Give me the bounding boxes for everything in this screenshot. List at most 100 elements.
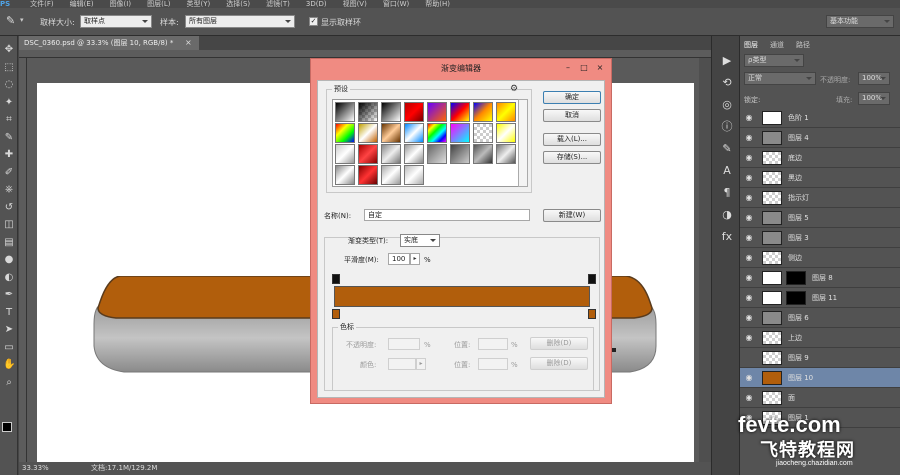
document-tab[interactable]: DSC_0360.psd @ 33.3% (图层 10, RGB/8) *: [19, 36, 199, 50]
gradient-preset-swatch[interactable]: [358, 123, 378, 143]
gradient-preset-swatch[interactable]: [335, 144, 355, 164]
opacity-stop-left[interactable]: [332, 274, 340, 284]
gradient-preset-swatch[interactable]: [404, 165, 424, 185]
gear-icon[interactable]: ⚙: [510, 84, 518, 94]
layer-row[interactable]: ◉ 色阶 1: [740, 108, 900, 128]
gradient-preset-swatch[interactable]: [404, 123, 424, 143]
layer-mask-thumbnail[interactable]: [786, 291, 806, 305]
gradient-preset-swatch[interactable]: [496, 144, 516, 164]
layer-mask-thumbnail[interactable]: [786, 271, 806, 285]
menu-item[interactable]: 类型(Y): [186, 0, 210, 8]
close-icon[interactable]: ×: [593, 62, 607, 74]
gradient-preset-swatch[interactable]: [427, 123, 447, 143]
stamp-tool-icon[interactable]: ⎈: [3, 184, 15, 196]
gradient-tool-icon[interactable]: ▤: [3, 237, 15, 249]
layer-row[interactable]: ◉ 黑边: [740, 168, 900, 188]
path-select-tool-icon[interactable]: ➤: [3, 324, 15, 336]
history-brush-tool-icon[interactable]: ↺: [3, 202, 15, 214]
lasso-tool-icon[interactable]: ◌: [3, 79, 15, 91]
tab-layers[interactable]: 图层: [744, 39, 758, 51]
eye-icon[interactable]: ◉: [744, 228, 754, 248]
gradient-preset-swatch[interactable]: [404, 144, 424, 164]
info-panel-icon[interactable]: ⓘ: [720, 120, 734, 134]
eye-icon[interactable]: ◉: [744, 268, 754, 288]
gradient-preset-swatch[interactable]: [381, 144, 401, 164]
gradient-preset-swatch[interactable]: [496, 123, 516, 143]
new-button[interactable]: 新建(W): [543, 209, 601, 222]
color-stop-left[interactable]: [332, 309, 340, 319]
gradient-preset-swatch[interactable]: [473, 102, 493, 122]
history-panel-icon[interactable]: ⟲: [720, 76, 734, 90]
eye-icon[interactable]: ◉: [744, 208, 754, 228]
gradient-preset-swatch[interactable]: [335, 165, 355, 185]
stop-opacity-position-field[interactable]: [478, 338, 508, 350]
gradient-preset-swatch[interactable]: [450, 102, 470, 122]
move-tool-icon[interactable]: ✥: [3, 44, 15, 56]
menu-item[interactable]: 3D(D): [306, 0, 327, 8]
gradient-preset-swatch[interactable]: [381, 102, 401, 122]
shape-tool-icon[interactable]: ▭: [3, 342, 15, 354]
gradient-preset-swatch[interactable]: [358, 165, 378, 185]
actions-panel-icon[interactable]: ◎: [720, 98, 734, 112]
layer-filter-select[interactable]: ρ类型: [744, 54, 804, 67]
gradient-preset-swatch[interactable]: [450, 144, 470, 164]
color-stop-right[interactable]: [588, 309, 596, 319]
smoothness-field[interactable]: 100: [388, 253, 410, 265]
zoom-tool-icon[interactable]: ⌕: [3, 377, 15, 389]
cancel-button[interactable]: 取消: [543, 109, 601, 122]
menu-item[interactable]: PS: [0, 0, 10, 8]
hand-tool-icon[interactable]: ✋: [3, 359, 15, 371]
brush-tool-icon[interactable]: ✐: [3, 167, 15, 179]
canvas-vertical-scrollbar[interactable]: [699, 58, 711, 462]
menu-item[interactable]: 滤镜(T): [266, 0, 290, 8]
layer-row[interactable]: ◉ 面: [740, 388, 900, 408]
gradient-preview-bar[interactable]: [334, 286, 590, 307]
eye-icon[interactable]: ◉: [744, 188, 754, 208]
menu-item[interactable]: 文件(F): [30, 0, 54, 8]
adjustments-panel-icon[interactable]: ◑: [720, 208, 734, 222]
menu-item[interactable]: 选择(S): [226, 0, 250, 8]
stop-opacity-field[interactable]: [388, 338, 420, 350]
menu-item[interactable]: 图像(I): [110, 0, 132, 8]
healing-tool-icon[interactable]: ✚: [3, 149, 15, 161]
opacity-stop-right[interactable]: [588, 274, 596, 284]
load-button[interactable]: 载入(L)...: [543, 133, 601, 146]
layer-row[interactable]: ◉ 图层 11: [740, 288, 900, 308]
presets-scrollbar[interactable]: [518, 99, 528, 187]
blend-mode-select[interactable]: 正常: [744, 72, 816, 85]
layer-row[interactable]: ◉ 图层 10: [740, 368, 900, 388]
styles-panel-icon[interactable]: fx: [720, 230, 734, 244]
sample-select[interactable]: 所有图层: [185, 15, 295, 28]
marquee-tool-icon[interactable]: ⬚: [3, 62, 15, 74]
eye-icon[interactable]: ◉: [744, 168, 754, 188]
eye-icon[interactable]: ◉: [744, 248, 754, 268]
layer-opacity-field[interactable]: 100%: [858, 72, 890, 85]
menu-item[interactable]: 视图(V): [343, 0, 367, 8]
layer-row[interactable]: ◉ 图层 3: [740, 228, 900, 248]
eyedropper-tool-icon[interactable]: ✎: [6, 14, 15, 27]
type-tool-icon[interactable]: T: [3, 307, 15, 319]
brushes-panel-icon[interactable]: ✎: [720, 142, 734, 156]
layer-row[interactable]: ◉ 图层 8: [740, 268, 900, 288]
blur-tool-icon[interactable]: ●: [3, 254, 15, 266]
tool-preset-dropdown-icon[interactable]: ▾: [20, 16, 24, 24]
ok-button[interactable]: 确定: [543, 91, 601, 104]
gradient-preset-swatch[interactable]: [450, 123, 470, 143]
gradient-preset-swatch[interactable]: [427, 144, 447, 164]
show-ring-checkbox[interactable]: ✓: [309, 17, 318, 26]
gradient-preset-swatch[interactable]: [473, 123, 493, 143]
play-panel-icon[interactable]: ▶: [720, 54, 734, 68]
gradient-preset-swatch[interactable]: [473, 144, 493, 164]
eye-icon[interactable]: ◉: [744, 388, 754, 408]
crop-tool-icon[interactable]: ⌗: [3, 114, 15, 126]
gradient-preset-swatch[interactable]: [358, 102, 378, 122]
close-document-icon[interactable]: ×: [185, 36, 197, 50]
eyedropper-tool-icon[interactable]: ✎: [3, 132, 15, 144]
minimize-icon[interactable]: –: [561, 62, 575, 74]
layer-row[interactable]: ◉ 图层 4: [740, 128, 900, 148]
pen-tool-icon[interactable]: ✒: [3, 289, 15, 301]
eye-icon[interactable]: ◉: [744, 108, 754, 128]
layer-row[interactable]: ◉ 图层 5: [740, 208, 900, 228]
eye-icon[interactable]: ◉: [744, 148, 754, 168]
save-button[interactable]: 存储(S)...: [543, 151, 601, 164]
